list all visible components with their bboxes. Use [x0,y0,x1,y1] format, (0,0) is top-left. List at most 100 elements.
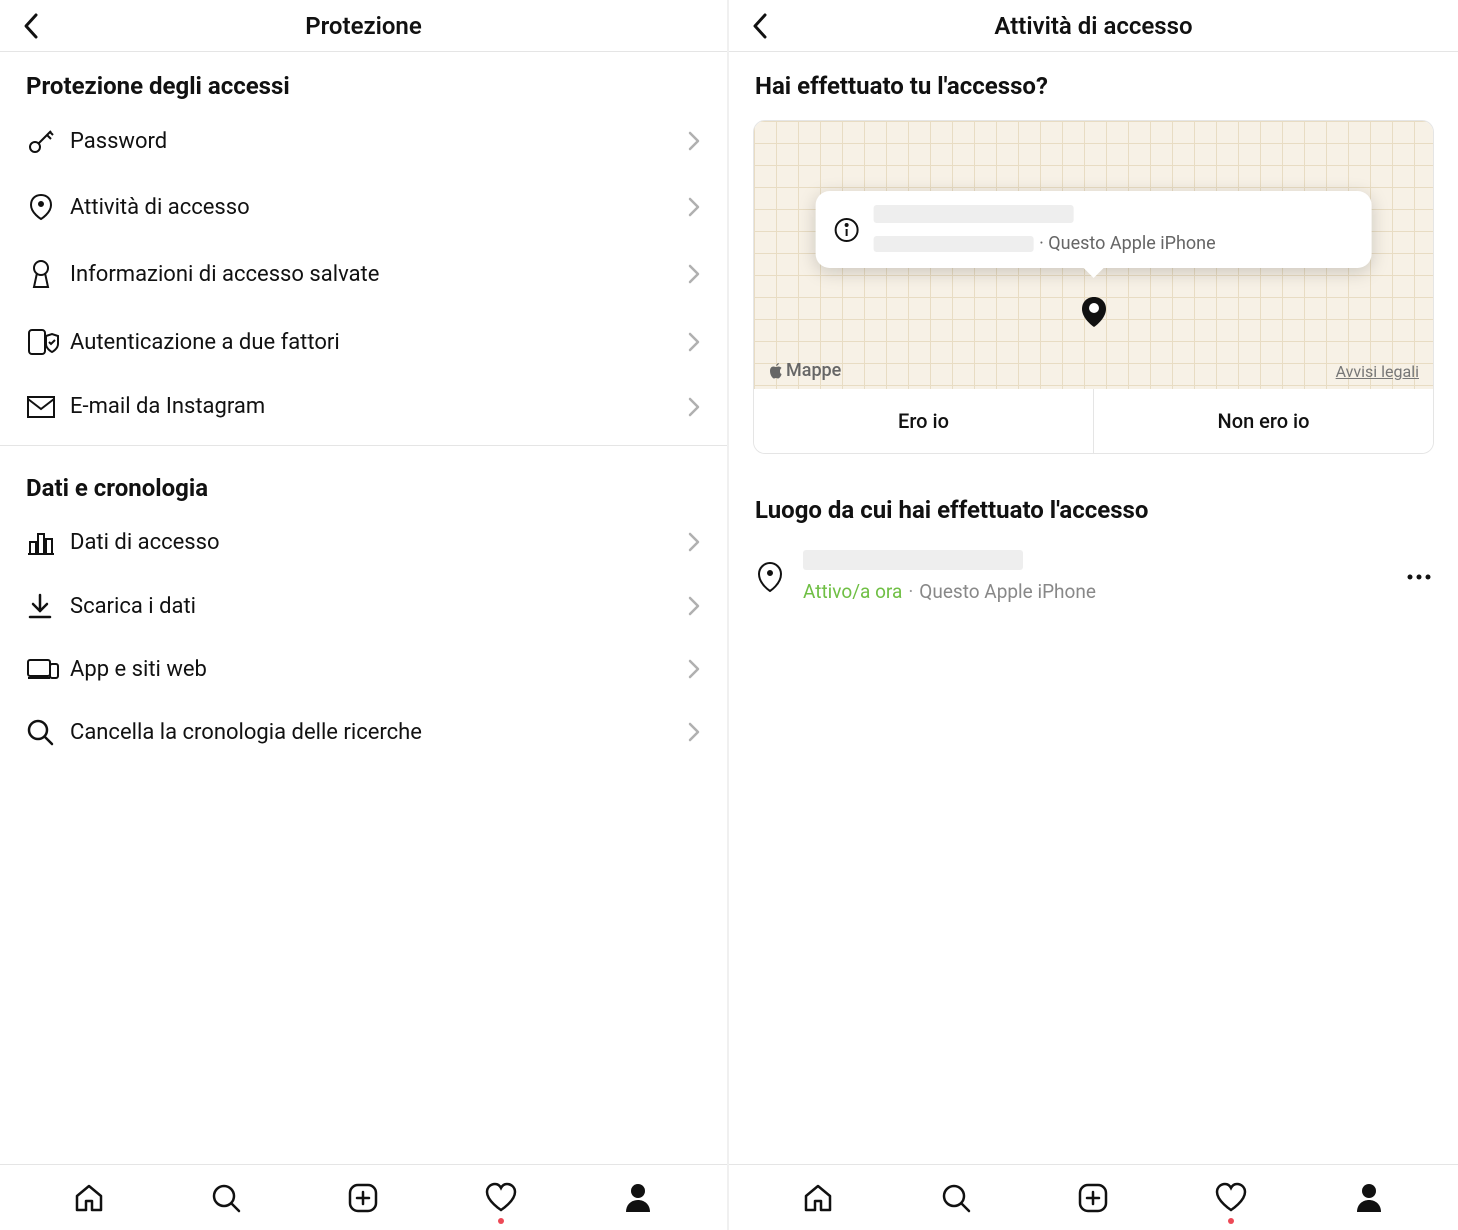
row-label: Scarica i dati [70,594,687,619]
chevron-right-icon [687,263,701,285]
chart-icon [26,528,70,556]
header: Attività di accesso [729,0,1458,52]
redacted-location [803,550,1023,570]
map-pin-icon [1080,295,1108,329]
chevron-left-icon [751,12,771,40]
search-icon [210,1182,242,1214]
login-activity-screen: Attività di accesso Hai effettuato tu l'… [729,0,1458,1230]
content: Protezione degli accessi Password Attivi… [0,52,727,1164]
info-icon [833,217,859,243]
tab-search[interactable] [932,1174,980,1222]
devices-icon [26,656,70,682]
section-title-login-security: Protezione degli accessi [0,52,727,108]
login-location-row[interactable]: Attivo/a ora · Questo Apple iPhone [729,532,1458,621]
locations-title: Luogo da cui hai effettuato l'accesso [729,476,1458,532]
heart-icon [484,1182,518,1214]
tab-home[interactable] [65,1174,113,1222]
profile-icon [623,1182,653,1214]
tab-create[interactable] [1069,1174,1117,1222]
chevron-right-icon [687,531,701,553]
tab-profile[interactable] [1345,1174,1393,1222]
plus-square-icon [347,1182,379,1214]
row-apps-websites[interactable]: App e siti web [0,638,727,700]
tab-activity[interactable] [477,1174,525,1222]
mail-icon [26,395,70,419]
dots-horizontal-icon [1406,573,1432,581]
profile-icon [1354,1182,1384,1214]
back-button[interactable] [751,12,771,40]
row-label: Attività di accesso [70,195,687,220]
row-label: Autenticazione a due fattori [70,330,687,355]
map-pin-icon [26,192,70,222]
chevron-right-icon [687,130,701,152]
chevron-right-icon [687,331,701,353]
plus-square-icon [1077,1182,1109,1214]
row-saved-login-info[interactable]: Informazioni di accesso salvate [0,240,727,308]
row-label: E-mail da Instagram [70,394,687,419]
row-label: Dati di accesso [70,530,687,555]
search-icon [26,718,70,746]
page-title: Protezione [305,12,422,40]
map-pin-icon [755,560,803,594]
key-icon [26,126,70,156]
chevron-left-icon [22,12,42,40]
status-active: Attivo/a ora [803,580,902,603]
popup-text: · Questo Apple iPhone [873,205,1354,254]
map-brand: Mappe [768,360,841,381]
map-area: · Questo Apple iPhone Mappe Avvisi legal… [754,121,1433,389]
tab-home[interactable] [794,1174,842,1222]
row-login-activity[interactable]: Attività di accesso [0,174,727,240]
header: Protezione [0,0,727,52]
row-two-factor[interactable]: Autenticazione a due fattori [0,308,727,376]
map-legal-link[interactable]: Avvisi legali [1336,362,1419,381]
this-was-not-me-button[interactable]: Non ero io [1094,389,1433,453]
row-clear-search-history[interactable]: Cancella la cronologia delle ricerche [0,700,727,764]
row-label: App e siti web [70,657,687,682]
keyhole-icon [26,258,70,290]
tab-activity[interactable] [1207,1174,1255,1222]
row-label: Cancella la cronologia delle ricerche [70,720,687,745]
separator: · [908,580,913,603]
row-label: Informazioni di accesso salvate [70,262,687,287]
map-card: · Questo Apple iPhone Mappe Avvisi legal… [753,120,1434,454]
shield-phone-icon [26,326,70,358]
heart-icon [1214,1182,1248,1214]
divider [0,445,727,446]
chevron-right-icon [687,658,701,680]
row-download-data[interactable]: Scarica i dati [0,574,727,638]
home-icon [802,1182,834,1214]
search-icon [940,1182,972,1214]
row-label: Password [70,129,687,154]
map-actions: Ero io Non ero io [754,389,1433,453]
chevron-right-icon [687,396,701,418]
row-access-data[interactable]: Dati di accesso [0,510,727,574]
chevron-right-icon [687,595,701,617]
apple-logo-icon [768,362,784,380]
row-emails[interactable]: E-mail da Instagram [0,376,727,437]
notification-dot [1228,1218,1234,1224]
notification-dot [498,1218,504,1224]
tabbar [729,1164,1458,1230]
tab-profile[interactable] [614,1174,662,1222]
popup-device: · Questo Apple iPhone [1039,233,1216,254]
tab-create[interactable] [339,1174,387,1222]
this-was-me-button[interactable]: Ero io [754,389,1094,453]
map-popup[interactable]: · Questo Apple iPhone [815,191,1372,268]
back-button[interactable] [22,12,42,40]
question-title: Hai effettuato tu l'accesso? [729,52,1458,108]
chevron-right-icon [687,721,701,743]
redacted-location [873,205,1073,223]
content: Hai effettuato tu l'accesso? · Questo Ap… [729,52,1458,1164]
chevron-right-icon [687,196,701,218]
more-options-button[interactable] [1406,573,1432,581]
tab-search[interactable] [202,1174,250,1222]
tabbar [0,1164,727,1230]
redacted-detail [873,236,1033,252]
device-text: Questo Apple iPhone [919,580,1096,603]
row-password[interactable]: Password [0,108,727,174]
page-title: Attività di accesso [994,12,1192,40]
login-row-body: Attivo/a ora · Questo Apple iPhone [803,550,1406,603]
protection-screen: Protezione Protezione degli accessi Pass… [0,0,729,1230]
home-icon [73,1182,105,1214]
download-icon [26,592,70,620]
